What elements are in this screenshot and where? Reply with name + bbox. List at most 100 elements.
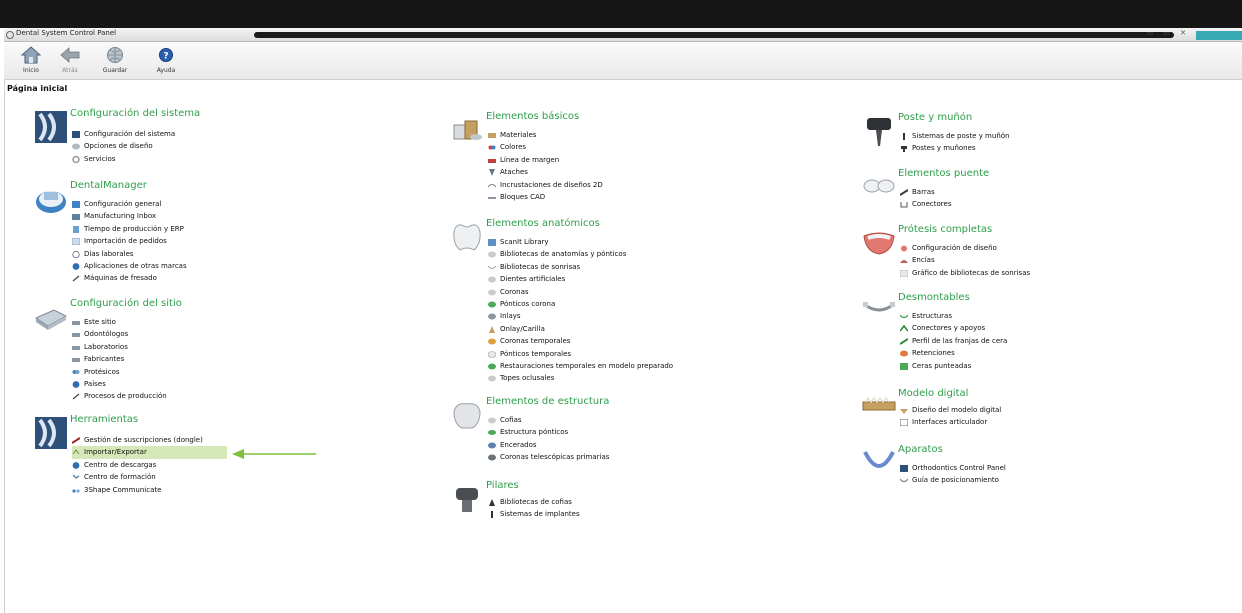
list-item[interactable]: Ataches bbox=[488, 166, 603, 178]
list-item[interactable]: Postes y muñones bbox=[900, 142, 1009, 154]
list-item[interactable]: Interfaces articulador bbox=[900, 416, 1001, 428]
list-item[interactable]: Sistemas de poste y muñón bbox=[900, 130, 1009, 142]
list-item[interactable]: Importación de pedidos bbox=[72, 235, 187, 247]
section-title[interactable]: Configuración del sistema bbox=[70, 108, 200, 119]
section-title[interactable]: Pilares bbox=[486, 480, 519, 491]
section-title[interactable]: Poste y muñón bbox=[898, 112, 972, 123]
list-item[interactable]: Máquinas de fresado bbox=[72, 272, 187, 284]
section-title[interactable]: DentalManager bbox=[70, 180, 147, 191]
list-item[interactable]: Fabricantes bbox=[72, 353, 167, 365]
list-item[interactable]: Guía de posicionamiento bbox=[900, 474, 1006, 486]
list-item[interactable]: Servicios bbox=[72, 153, 175, 165]
section-title[interactable]: Elementos de estructura bbox=[486, 396, 609, 407]
list-item[interactable]: Países bbox=[72, 378, 167, 390]
list-item[interactable]: Tiempo de producción y ERP bbox=[72, 223, 187, 235]
list-item[interactable]: Configuración de diseño bbox=[900, 242, 1030, 254]
colors-icon bbox=[488, 145, 496, 150]
section-title[interactable]: Prótesis completas bbox=[898, 224, 992, 235]
telescopic-crowns-icon bbox=[488, 454, 496, 461]
list-item[interactable]: Gestión de suscripciones (dongle) bbox=[72, 434, 227, 446]
list-item[interactable]: Inlays bbox=[488, 310, 673, 322]
temp-pontics-icon bbox=[488, 350, 496, 358]
section-title[interactable]: Elementos básicos bbox=[486, 111, 579, 122]
list-item[interactable]: Restauraciones temporales en modelo prep… bbox=[488, 360, 673, 372]
list-item[interactable]: Coronas bbox=[488, 286, 673, 298]
list-item[interactable]: Centro de descargas bbox=[72, 459, 227, 471]
list-item[interactable]: Estructuras bbox=[900, 310, 1007, 322]
list-item[interactable]: Encerados bbox=[488, 439, 609, 451]
list-item[interactable]: Bibliotecas de cofias bbox=[488, 496, 580, 508]
list-item[interactable]: Encías bbox=[900, 254, 1030, 266]
list-item[interactable]: Odontólogos bbox=[72, 328, 167, 340]
list-item[interactable]: Gráfico de bibliotecas de sonrisas bbox=[900, 267, 1030, 279]
list-item[interactable]: Línea de margen bbox=[488, 154, 603, 166]
positioning-guide-icon bbox=[900, 478, 908, 483]
list-item[interactable]: Este sitio bbox=[72, 316, 167, 328]
import-orders-icon bbox=[72, 238, 80, 246]
list-item[interactable]: Bloques CAD bbox=[488, 191, 603, 203]
list-item[interactable]: Orthodontics Control Panel bbox=[900, 462, 1006, 474]
list-item[interactable]: Incrustaciones de diseños 2D bbox=[488, 179, 603, 191]
back-arrow-icon bbox=[60, 47, 80, 63]
help-button[interactable]: ? Ayuda bbox=[145, 44, 187, 78]
articulator-icon bbox=[900, 419, 908, 427]
margin-line-icon bbox=[488, 158, 496, 163]
list-item[interactable]: Configuración general bbox=[72, 198, 187, 210]
list-item[interactable]: Manufacturing Inbox bbox=[72, 210, 187, 222]
list-item[interactable]: Pónticos temporales bbox=[488, 348, 673, 360]
list-item[interactable]: Cofias bbox=[488, 414, 609, 426]
implant-icon bbox=[491, 511, 493, 519]
window-titlebar: Dental System Control Panel ▭ ▭ ✕ bbox=[4, 28, 1242, 42]
section-title[interactable]: Elementos puente bbox=[898, 168, 989, 179]
bridge-elements-icon bbox=[863, 179, 895, 193]
appliances-icon bbox=[863, 451, 895, 468]
list-item[interactable]: Onlay/Carilla bbox=[488, 323, 673, 335]
section-title[interactable]: Aparatos bbox=[898, 444, 943, 455]
list-item-import-export[interactable]: Importar/Exportar bbox=[72, 446, 227, 459]
list-item[interactable]: Estructura pónticos bbox=[488, 426, 609, 438]
back-button[interactable]: Atrás bbox=[49, 44, 91, 78]
connectors-rests-icon bbox=[900, 325, 908, 332]
list-item[interactable]: Barras bbox=[900, 186, 951, 198]
section-title[interactable]: Desmontables bbox=[898, 292, 970, 303]
list-item[interactable]: Topes oclusales bbox=[488, 372, 673, 384]
list-item[interactable]: Procesos de producción bbox=[72, 390, 167, 402]
list-item[interactable]: Retenciones bbox=[900, 347, 1007, 359]
app-icon bbox=[6, 31, 14, 39]
list-item[interactable]: 3Shape Communicate bbox=[72, 484, 227, 496]
list-item[interactable]: Centro de formación bbox=[72, 471, 227, 483]
list-item[interactable]: Configuración del sistema bbox=[72, 128, 175, 140]
list-item[interactable]: Ceras punteadas bbox=[900, 360, 1007, 372]
list-item[interactable]: Dientes artificiales bbox=[488, 273, 673, 285]
save-button[interactable]: Guardar bbox=[94, 44, 136, 78]
list-item[interactable]: Aplicaciones de otras marcas bbox=[72, 260, 187, 272]
section-title[interactable]: Herramientas bbox=[70, 414, 138, 425]
inlays-icon bbox=[488, 313, 496, 320]
list-item[interactable]: Bibliotecas de sonrisas bbox=[488, 261, 673, 273]
list-item[interactable]: ScanIt Library bbox=[488, 236, 673, 248]
list-item[interactable]: Coronas temporales bbox=[488, 335, 673, 347]
list-item[interactable]: Protésicos bbox=[72, 366, 167, 378]
list-item[interactable]: Días laborales bbox=[72, 248, 187, 260]
list-item[interactable]: Conectores y apoyos bbox=[900, 322, 1007, 334]
list-item[interactable]: Perfil de las franjas de cera bbox=[900, 335, 1007, 347]
list-item[interactable]: Pónticos corona bbox=[488, 298, 673, 310]
list-item[interactable]: Opciones de diseño bbox=[72, 140, 175, 152]
onlay-veneer-icon bbox=[489, 325, 495, 333]
home-button[interactable]: Inicio bbox=[10, 44, 52, 78]
list-item[interactable]: Coronas telescópicas primarias bbox=[488, 451, 609, 463]
window-controls[interactable]: ▭ ▭ ✕ bbox=[1146, 29, 1190, 37]
list-item[interactable]: Diseño del modelo digital bbox=[900, 404, 1001, 416]
scanit-icon bbox=[488, 239, 496, 246]
artificial-teeth-icon bbox=[488, 276, 496, 283]
list-item[interactable]: Bibliotecas de anatomías y pónticos bbox=[488, 248, 673, 260]
list-item[interactable]: Materiales bbox=[488, 129, 603, 141]
section-title[interactable]: Elementos anatómicos bbox=[486, 218, 600, 229]
list-item[interactable]: Sistemas de implantes bbox=[488, 508, 580, 520]
section-title[interactable]: Modelo digital bbox=[898, 388, 968, 399]
list-item[interactable]: Conectores bbox=[900, 198, 951, 210]
list-item[interactable]: Colores bbox=[488, 141, 603, 153]
inbox-icon bbox=[72, 214, 80, 221]
section-title[interactable]: Configuración del sitio bbox=[70, 298, 182, 309]
list-item[interactable]: Laboratorios bbox=[72, 341, 167, 353]
